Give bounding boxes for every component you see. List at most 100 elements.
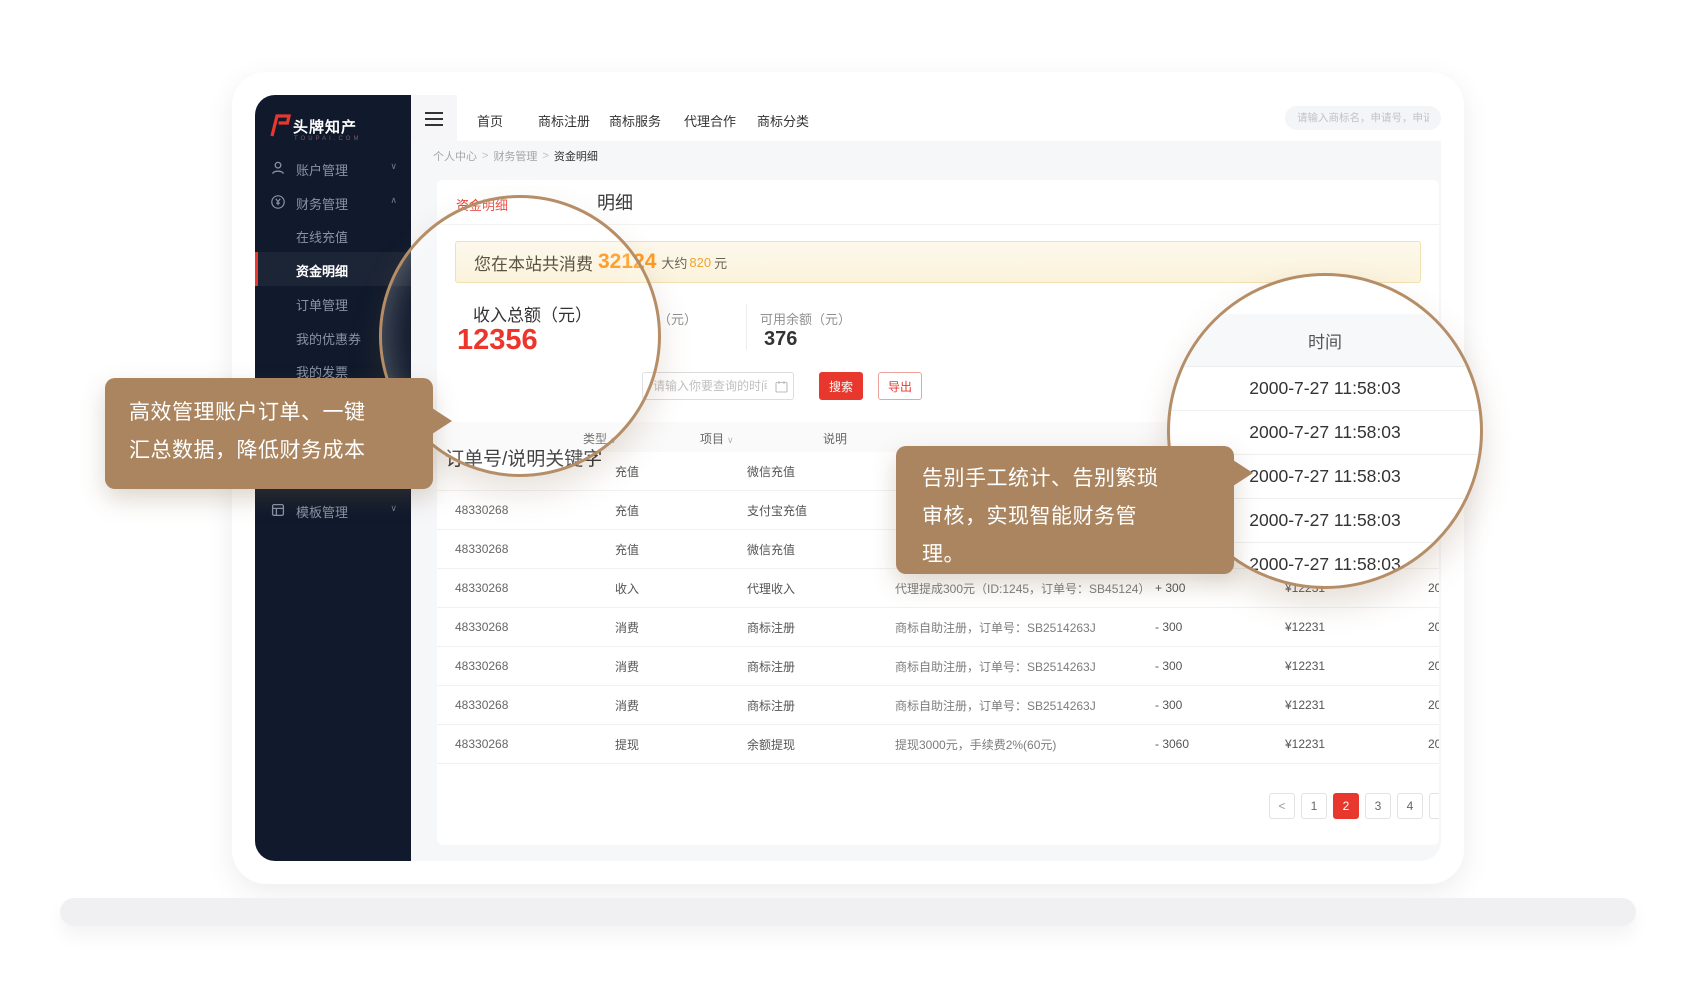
nav-item-3[interactable]: 商标服务 <box>609 111 661 130</box>
available-balance-label: 可用余额（元） <box>760 309 851 328</box>
column-header-label: 项目 <box>700 432 724 446</box>
sidebar-item-3[interactable]: 在线充值 <box>255 218 411 252</box>
breadcrumb-item-2[interactable]: 财务管理 <box>493 148 537 164</box>
cell-project: 商标注册 <box>747 697 895 714</box>
cell-time: 2000-7-27 11:58:03 <box>1428 659 1439 673</box>
income-total-label: 收入总额（元） <box>473 301 592 326</box>
cell-order-no: 48330268 <box>455 581 615 595</box>
cell-type: 充值 <box>615 502 747 519</box>
cell-type: 消费 <box>615 619 747 636</box>
nav-item-1[interactable]: 首页 <box>477 111 503 130</box>
cell-time: 2000-7-27 11:58:03 <box>1428 737 1439 751</box>
logo-subtitle: TOUPAI.COM <box>294 136 361 142</box>
template-icon <box>270 502 286 521</box>
cell-type: 消费 <box>615 658 747 675</box>
chevron-down-icon: ∨ <box>390 161 397 172</box>
canvas: 头牌知产 TOUPAI.COM 账户管理∨财务管理∧在线充值资金明细订单管理我的… <box>0 0 1696 1002</box>
cell-order-no: 48330268 <box>455 659 615 673</box>
cell-balance: ¥12231 <box>1285 659 1428 673</box>
logo-icon <box>268 113 292 144</box>
sidebar-item-5[interactable]: 订单管理 <box>255 286 411 320</box>
cell-project: 商标注册 <box>747 619 895 636</box>
top-navbar: 首页 商标注册商标服务 代理合作 商标分类 <box>411 95 1441 141</box>
cell-type: 充值 <box>615 541 747 558</box>
table-row: 48330268消费商标注册商标自助注册，订单号：SB2514263J- 300… <box>437 686 1439 725</box>
tab-funds-detail[interactable]: 资金明细 <box>456 195 508 214</box>
calendar-icon[interactable] <box>775 380 788 398</box>
breadcrumb-item-1[interactable]: 个人中心 <box>433 148 477 164</box>
expense-total-label-partial: （元） <box>658 309 697 328</box>
tooltip-right: 告别手工统计、告别繁琐审核，实现智能财务管理。 <box>896 446 1234 574</box>
sort-caret-icon: ∨ <box>727 435 734 445</box>
page-button-2[interactable]: 2 <box>1333 793 1359 819</box>
sidebar-item-2[interactable]: 财务管理∧ <box>255 185 411 219</box>
order-column-header-zoomed: 订单号/说明关键字 <box>445 444 602 471</box>
column-header-2[interactable]: 项目∨ <box>700 430 734 447</box>
breadcrumb-separator: > <box>482 150 488 162</box>
cell-order-no: 48330268 <box>455 620 615 634</box>
sidebar-item-label: 资金明细 <box>296 261 348 280</box>
cell-order-no: 48330268 <box>455 503 615 517</box>
cell-order-no: 48330268 <box>455 542 615 556</box>
banner-amount-small: 820 <box>689 255 711 270</box>
tab-fragment-zoomed: 明细 <box>597 189 633 215</box>
tabs-divider <box>437 224 1439 225</box>
breadcrumb-separator: > <box>542 150 548 162</box>
tooltip-right-line: 告别手工统计、告别繁琐 <box>922 460 1234 498</box>
table-row: 48330268提现余额提现提现3000元，手续费2%(60元)- 3060¥1… <box>437 725 1439 764</box>
banner-mid: 大约 <box>661 253 687 272</box>
laptop-base <box>60 898 1636 926</box>
sidebar-item-label: 订单管理 <box>296 295 348 314</box>
page-button-4[interactable]: 4 <box>1397 793 1423 819</box>
consumption-banner: 您在本站共消费 32124 大约 820 元 <box>455 241 1421 283</box>
sidebar-item-1[interactable]: 账户管理∨ <box>255 151 411 185</box>
breadcrumb-item-3[interactable]: 资金明细 <box>554 148 598 164</box>
cell-amount: - 300 <box>1155 698 1285 712</box>
page-button-5[interactable]: 5 <box>1429 793 1439 819</box>
page-button-1[interactable]: 1 <box>1301 793 1327 819</box>
cell-type: 充值 <box>615 463 747 480</box>
banner-amount: 32124 <box>598 250 656 274</box>
cell-balance: ¥12231 <box>1285 698 1428 712</box>
page-button-3[interactable]: 3 <box>1365 793 1391 819</box>
zoomed-time-header: 时间 <box>1170 314 1480 367</box>
sort-caret-icon: ∨ <box>610 435 617 445</box>
cell-type: 收入 <box>615 580 747 597</box>
cell-type: 提现 <box>615 736 747 753</box>
zoomed-time-cell: 2000-7-27 11:58:03 <box>1170 366 1480 411</box>
stats-divider <box>746 304 747 350</box>
search-button[interactable]: 搜索 <box>819 372 863 400</box>
page-prev-button[interactable]: < <box>1269 793 1295 819</box>
sidebar-item-8[interactable]: 模板管理∨ <box>255 493 411 527</box>
cell-balance: ¥12231 <box>1285 737 1428 751</box>
nav-item-5[interactable]: 商标分类 <box>757 111 809 130</box>
user-icon <box>270 160 286 179</box>
cell-project: 商标注册 <box>747 658 895 675</box>
nav-item-4[interactable]: 代理合作 <box>684 111 736 130</box>
sidebar-item-label: 财务管理 <box>296 194 348 213</box>
chevron-down-icon: ∨ <box>390 503 397 514</box>
hamburger-icon[interactable] <box>425 112 443 130</box>
cell-time: 2000-7-27 11:58:03 <box>1428 698 1439 712</box>
cell-amount: - 3060 <box>1155 737 1285 751</box>
finance-icon <box>270 194 286 213</box>
cell-description: 商标自助注册，订单号：SB2514263J <box>895 658 1155 675</box>
sidebar-item-6[interactable]: 我的优惠券 <box>255 320 411 354</box>
time-range-input[interactable] <box>642 372 794 400</box>
table-row: 48330268消费商标注册商标自助注册，订单号：SB2514263J- 300… <box>437 647 1439 686</box>
cell-description: 商标自助注册，订单号：SB2514263J <box>895 619 1155 636</box>
income-total-value: 12356 <box>457 324 538 357</box>
tooltip-left-line: 高效管理账户订单、一键 <box>129 394 433 432</box>
column-header-3[interactable]: 说明 <box>823 430 847 447</box>
tooltip-left-line: 汇总数据，降低财务成本 <box>129 432 433 470</box>
cell-project: 代理收入 <box>747 580 895 597</box>
export-button[interactable]: 导出 <box>878 372 922 400</box>
tooltip-right-line: 审核，实现智能财务管 <box>922 498 1234 536</box>
sidebar-item-4[interactable]: 资金明细 <box>255 252 411 286</box>
nav-item-2[interactable]: 商标注册 <box>538 111 590 130</box>
cell-type: 消费 <box>615 697 747 714</box>
trademark-search-input[interactable] <box>1285 106 1441 130</box>
table-row: 48330268消费商标注册商标自助注册，订单号：SB2514263J- 300… <box>437 608 1439 647</box>
available-balance-value: 376 <box>764 328 797 351</box>
cell-time: 2000-7-27 11:58:03 <box>1428 620 1439 634</box>
